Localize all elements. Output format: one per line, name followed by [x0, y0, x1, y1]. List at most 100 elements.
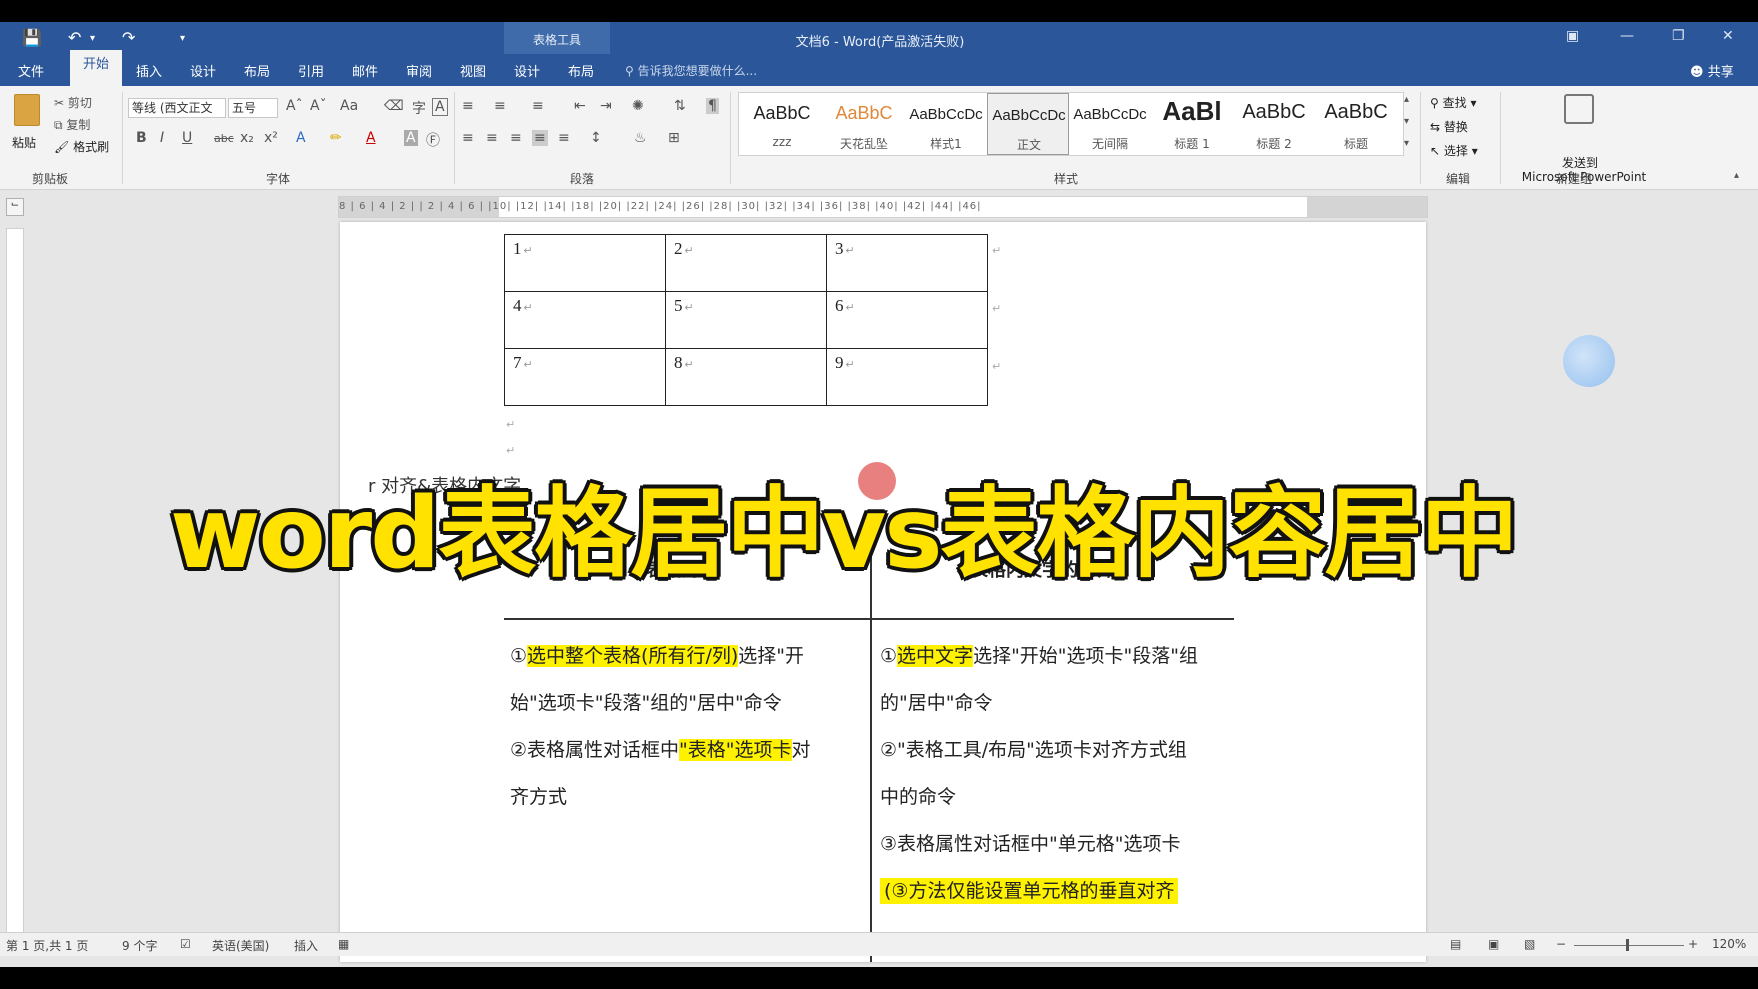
print-layout-icon[interactable]: ▣ [1488, 937, 1499, 951]
tab-review[interactable]: 审阅 [406, 61, 432, 80]
style-title[interactable]: AaBbC 标题 [1315, 93, 1397, 155]
tab-table-layout[interactable]: 布局 [568, 61, 594, 80]
ribbon-display-options-icon[interactable]: ▣ [1566, 28, 1579, 44]
table-cell[interactable]: 8 ↵ [665, 348, 827, 406]
sort-icon[interactable]: ⇅ [674, 98, 686, 114]
tab-view[interactable]: 视图 [460, 61, 486, 80]
line-spacing-icon[interactable]: ↕ [590, 130, 602, 146]
tab-insert[interactable]: 插入 [136, 61, 162, 80]
numbering-icon[interactable]: ≡ [494, 98, 506, 114]
table-cell[interactable]: 3 ↵ [826, 234, 988, 292]
table-cell[interactable]: 7 ↵ [504, 348, 666, 406]
minimize-icon[interactable]: — [1620, 28, 1634, 44]
align-left-icon[interactable]: ≡ [462, 130, 474, 146]
tell-me-search[interactable]: ⚲ 告诉我您想要做什么... [625, 62, 757, 79]
read-mode-icon[interactable]: ▤ [1450, 937, 1461, 951]
grow-font-icon[interactable]: Aˆ [286, 98, 303, 114]
tab-selector[interactable]: ⌙ [6, 198, 24, 216]
character-border-icon[interactable]: A [432, 98, 448, 116]
cut-button[interactable]: ✂ 剪切 [54, 94, 92, 111]
number-table[interactable]: 1 ↵ 2 ↵ 3 ↵ 4 ↵ 5 ↵ 6 ↵ 7 ↵ 8 ↵ 9 ↵ [504, 234, 988, 406]
tab-mailings[interactable]: 邮件 [352, 61, 378, 80]
select-button[interactable]: ↖ 选择 ▾ [1430, 142, 1478, 159]
font-name-combo[interactable]: 等线 (西文正文 [128, 98, 226, 118]
style-tianhua[interactable]: AaBbC 天花乱坠 [823, 93, 905, 155]
align-right-icon[interactable]: ≡ [510, 130, 522, 146]
shrink-font-icon[interactable]: Aˇ [310, 98, 327, 114]
restore-icon[interactable]: ❐ [1672, 28, 1685, 44]
tab-references[interactable]: 引用 [298, 61, 324, 80]
send-to-label[interactable]: 发送到 [1550, 154, 1610, 171]
macro-record-icon[interactable]: ▦ [338, 937, 349, 951]
find-button[interactable]: ⚲ 查找 ▾ [1430, 94, 1476, 111]
horizontal-ruler[interactable]: 8 | 6 | 4 | 2 | | 2 | 4 | 6 | |10| |12| … [338, 196, 1428, 218]
table-cell[interactable]: 4 ↵ [504, 291, 666, 349]
superscript-icon[interactable]: x² [264, 130, 278, 146]
customize-quick-access-icon[interactable]: ▾ [180, 33, 185, 44]
distributed-icon[interactable]: ≡ [558, 130, 570, 146]
style-style1[interactable]: AaBbCcDc 样式1 [905, 93, 987, 155]
font-size-combo[interactable]: 五号 [228, 98, 278, 118]
change-case-icon[interactable]: Aa [340, 98, 358, 114]
highlight-color-icon[interactable]: ✏ [330, 130, 342, 146]
redo-icon[interactable]: ↷ [122, 28, 135, 47]
word-count[interactable]: 9 个字 [122, 937, 157, 954]
style-no-spacing[interactable]: AaBbCcDc 无间隔 [1069, 93, 1151, 155]
borders-icon[interactable]: ⊞ [668, 130, 680, 146]
zoom-in-icon[interactable]: + [1688, 937, 1698, 951]
clear-formatting-icon[interactable]: ⌫ [384, 98, 404, 114]
page-count[interactable]: 第 1 页,共 1 页 [6, 937, 88, 954]
chinese-layout-icon[interactable]: ✺ [632, 98, 644, 114]
zoom-level[interactable]: 120% [1712, 937, 1746, 951]
zoom-out-icon[interactable]: − [1556, 937, 1566, 951]
collapse-ribbon-icon[interactable]: ▴ [1734, 170, 1739, 181]
zoom-slider-thumb[interactable] [1626, 939, 1629, 951]
table-cell[interactable]: 9 ↵ [826, 348, 988, 406]
multilevel-list-icon[interactable]: ≡ [532, 98, 544, 114]
styles-scroll-up-icon[interactable]: ▴ [1404, 94, 1409, 105]
style-heading1[interactable]: AaBl 标题 1 [1151, 93, 1233, 155]
tab-file[interactable]: 文件 [18, 61, 44, 80]
save-icon[interactable]: 💾 [22, 28, 42, 47]
insert-mode-indicator[interactable]: 插入 [294, 937, 318, 954]
bold-icon[interactable]: B [136, 130, 147, 146]
show-marks-icon[interactable]: ¶ [706, 98, 719, 114]
web-layout-icon[interactable]: ▧ [1524, 937, 1535, 951]
undo-dropdown-icon[interactable]: ▾ [90, 33, 95, 44]
character-shading-icon[interactable]: A [404, 130, 418, 146]
style-heading2[interactable]: AaBbC 标题 2 [1233, 93, 1315, 155]
bullets-icon[interactable]: ≡ [462, 98, 474, 114]
strikethrough-icon[interactable]: abc [214, 132, 234, 145]
paste-icon[interactable] [14, 94, 40, 126]
tab-home[interactable]: 开始 [70, 50, 122, 86]
share-button[interactable]: ☻ 共享 [1690, 61, 1734, 80]
shading-icon[interactable]: ♨ [634, 130, 647, 146]
proofing-icon[interactable]: ☑ [180, 937, 191, 951]
table-cell[interactable]: 6 ↵ [826, 291, 988, 349]
copy-button[interactable]: ⧉ 复制 [54, 116, 90, 133]
zoom-slider[interactable] [1574, 945, 1684, 946]
vertical-ruler[interactable] [6, 228, 24, 948]
underline-icon[interactable]: U [182, 130, 192, 146]
justify-icon[interactable]: ≡ [532, 130, 548, 146]
styles-more-icon[interactable]: ▾ [1404, 138, 1409, 149]
close-icon[interactable]: ✕ [1722, 28, 1734, 44]
send-to-powerpoint-icon[interactable] [1564, 94, 1594, 124]
tab-design[interactable]: 设计 [190, 61, 216, 80]
styles-scroll-down-icon[interactable]: ▾ [1404, 116, 1409, 127]
decrease-indent-icon[interactable]: ⇤ [574, 98, 586, 114]
table-cell[interactable]: 2 ↵ [665, 234, 827, 292]
tab-layout[interactable]: 布局 [244, 61, 270, 80]
subscript-icon[interactable]: x₂ [240, 130, 254, 146]
align-center-icon[interactable]: ≡ [486, 130, 498, 146]
language-indicator[interactable]: 英语(美国) [212, 937, 269, 954]
increase-indent-icon[interactable]: ⇥ [600, 98, 612, 114]
paste-button[interactable]: 粘贴 [12, 134, 36, 151]
table-cell[interactable]: 1 ↵ [504, 234, 666, 292]
italic-icon[interactable]: I [160, 130, 164, 146]
replace-button[interactable]: ⇆ 替换 [1430, 118, 1468, 135]
style-zzz[interactable]: AaBbC zzz [741, 93, 823, 155]
phonetic-guide-icon[interactable]: 字 [412, 98, 426, 118]
enclose-characters-icon[interactable]: Ⓕ [426, 130, 440, 150]
style-normal[interactable]: AaBbCcDc 正文 [987, 93, 1069, 155]
